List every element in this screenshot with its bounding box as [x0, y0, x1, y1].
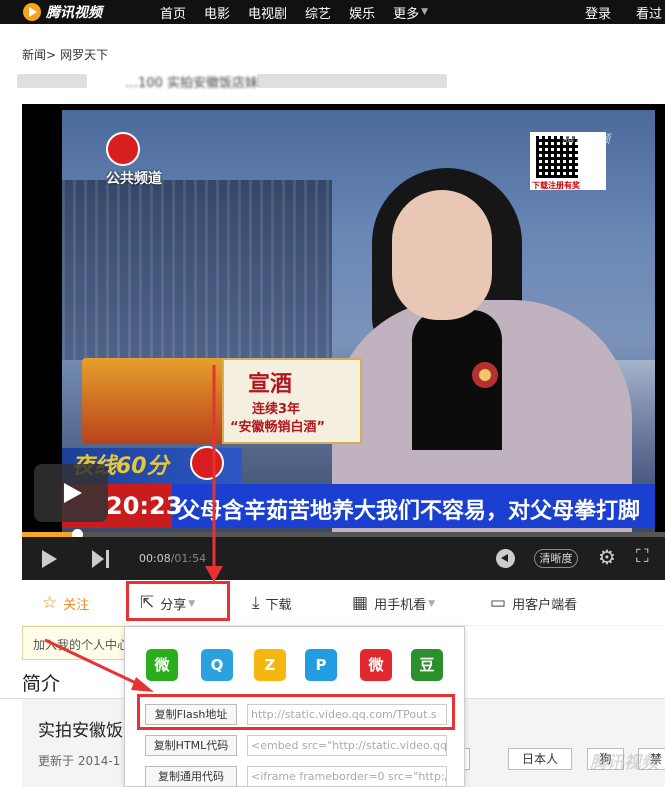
sina-weibo-glyph: 微: [368, 656, 384, 674]
volume-icon[interactable]: [496, 549, 515, 568]
channel-logo-icon: [106, 132, 140, 166]
qr-code-icon: ▦: [352, 593, 369, 613]
watch-on-phone-label: 用手机看: [374, 598, 427, 613]
download-icon: ⤓: [252, 593, 260, 613]
site-watermark: 腾讯视频: [590, 753, 658, 773]
chevron-down-icon: ▼: [421, 7, 429, 17]
wechat-icon[interactable]: 微: [146, 649, 178, 681]
nav-item-tv[interactable]: 电视剧: [248, 3, 287, 22]
nav-item-entertainment[interactable]: 娱乐: [349, 3, 375, 22]
download-label: 下载: [265, 598, 292, 613]
douban-glyph: 豆: [419, 656, 435, 674]
tag-button[interactable]: 日本人: [508, 748, 572, 770]
share-generic-row: 复制通用代码 <iframe frameborder=0 src="http:/: [145, 765, 447, 786]
star-icon: ☆: [42, 593, 58, 613]
play-icon: [64, 483, 82, 503]
watch-on-client-button[interactable]: ▭ 用客户端看: [490, 593, 578, 614]
background-skyline: [62, 180, 332, 360]
follow-tooltip: 加入我的个人中心: [22, 626, 134, 660]
video-watermark: 腾讯视频: [562, 132, 611, 146]
ticker-text: 父母含辛茹苦地养大我们不容易，对父母拳打脚: [178, 499, 641, 524]
news-ticker: 20:23 父母含辛茹苦地养大我们不容易，对父母拳打脚: [62, 484, 655, 528]
page-title: …100 实拍安徽饭店妹: [17, 74, 447, 91]
watch-on-client-label: 用客户端看: [512, 598, 578, 613]
play-icon[interactable]: [42, 550, 57, 568]
ad-product-image: [82, 358, 242, 444]
site-logo[interactable]: 腾讯视频: [22, 2, 142, 22]
follow-label: 关注: [63, 598, 90, 613]
video-frame[interactable]: 公共频道 下载注册有奖 腾讯视频 宣酒 连续3年 “安徽畅销白酒” 夜线60分 …: [62, 110, 655, 532]
qzone-icon[interactable]: Z: [254, 649, 286, 681]
share-highlight-box: [126, 581, 230, 621]
download-button[interactable]: ⤓ 下载: [252, 593, 292, 614]
ad-line-1: 连续3年: [252, 402, 301, 417]
monitor-icon: ▭: [490, 593, 507, 613]
ad-line-2: “安徽畅销白酒”: [230, 420, 326, 435]
total-time: /01:54: [170, 552, 207, 565]
next-icon[interactable]: [92, 550, 104, 568]
gear-icon[interactable]: ⚙: [598, 547, 616, 567]
intro-updated-date: 更新于 2014-1: [38, 754, 121, 768]
follow-button[interactable]: ☆ 关注: [42, 593, 90, 614]
nav-item-movies[interactable]: 电影: [204, 3, 230, 22]
play-logo-icon: [23, 3, 41, 21]
qzone-glyph: Z: [264, 656, 276, 674]
nav-more-label: 更多: [393, 6, 420, 22]
login-link[interactable]: 登录: [585, 0, 611, 24]
history-link[interactable]: 看过: [636, 0, 662, 24]
channel-name: 公共频道: [106, 171, 162, 187]
share-popup: 微 Q Z P 微 豆 复制Flash地址 http://static.vide…: [124, 626, 465, 787]
tencent-weibo-icon[interactable]: P: [305, 649, 337, 681]
site-logo-text: 腾讯视频: [46, 5, 102, 21]
nav-item-more[interactable]: 更多 ▼: [393, 3, 428, 22]
breadcrumb: 新闻> 网罗天下: [22, 46, 112, 63]
title-blur-block: [257, 74, 447, 88]
page-root: 腾讯视频 首页 电影 电视剧 综艺 娱乐 更多 ▼ 登录 看过 新闻> 网罗天下…: [0, 0, 665, 787]
intro-video-title: 实拍安徽饭: [38, 721, 123, 741]
next-icon-bar: [106, 550, 109, 568]
sina-weibo-icon[interactable]: 微: [360, 649, 392, 681]
quality-button[interactable]: 清晰度: [534, 549, 578, 568]
top-navigation-bar: 腾讯视频 首页 电影 电视剧 综艺 娱乐 更多 ▼ 登录 看过: [0, 0, 665, 24]
anchor-face: [392, 190, 492, 320]
generic-code-field[interactable]: <iframe frameborder=0 src="http:/: [247, 765, 447, 786]
copy-html-button[interactable]: 复制HTML代码: [145, 734, 237, 756]
chevron-down-icon: ▼: [428, 598, 435, 609]
channel-badge-icon: [190, 446, 224, 480]
title-blur-block: [17, 74, 87, 88]
breadcrumb-parent[interactable]: 新闻>: [22, 46, 56, 63]
fullscreen-icon[interactable]: ⛶: [636, 547, 649, 567]
page-title-text: …100 实拍安徽饭店妹: [125, 76, 258, 91]
html-code-field[interactable]: <embed src="http://static.video.qq: [247, 734, 447, 756]
qr-caption: 下载注册有奖: [532, 181, 580, 190]
share-html-row: 复制HTML代码 <embed src="http://static.video…: [145, 734, 447, 756]
brooch: [472, 362, 498, 388]
breadcrumb-current[interactable]: 网罗天下: [60, 46, 108, 63]
douban-icon[interactable]: 豆: [411, 649, 443, 681]
wechat-glyph: 微: [154, 656, 170, 674]
flash-highlight-box: [137, 694, 455, 730]
nav-item-home[interactable]: 首页: [160, 3, 186, 22]
intro-heading: 简介: [22, 673, 61, 695]
big-play-button[interactable]: [34, 464, 108, 522]
time-display: 00:08/01:54: [139, 552, 206, 565]
qq-icon[interactable]: Q: [201, 649, 233, 681]
qq-glyph: Q: [210, 656, 224, 674]
player-control-bar: 00:08/01:54 清晰度 ⚙ ⛶: [22, 537, 665, 580]
tencent-weibo-glyph: P: [315, 656, 327, 674]
current-time: 00:08: [139, 552, 171, 565]
action-bar: ☆ 关注 ⇱ 分享 ▼ ⤓ 下载 ▦ 用手机看 ▼ ▭ 用客户端看: [22, 581, 665, 626]
watch-on-phone-button[interactable]: ▦ 用手机看 ▼: [352, 593, 435, 614]
nav-item-variety[interactable]: 综艺: [305, 3, 331, 22]
video-player[interactable]: 公共频道 下载注册有奖 腾讯视频 宣酒 连续3年 “安徽畅销白酒” 夜线60分 …: [22, 104, 665, 580]
ad-brand: 宣酒: [248, 372, 293, 397]
channel-logo: 公共频道: [106, 132, 162, 188]
copy-generic-button[interactable]: 复制通用代码: [145, 765, 237, 786]
